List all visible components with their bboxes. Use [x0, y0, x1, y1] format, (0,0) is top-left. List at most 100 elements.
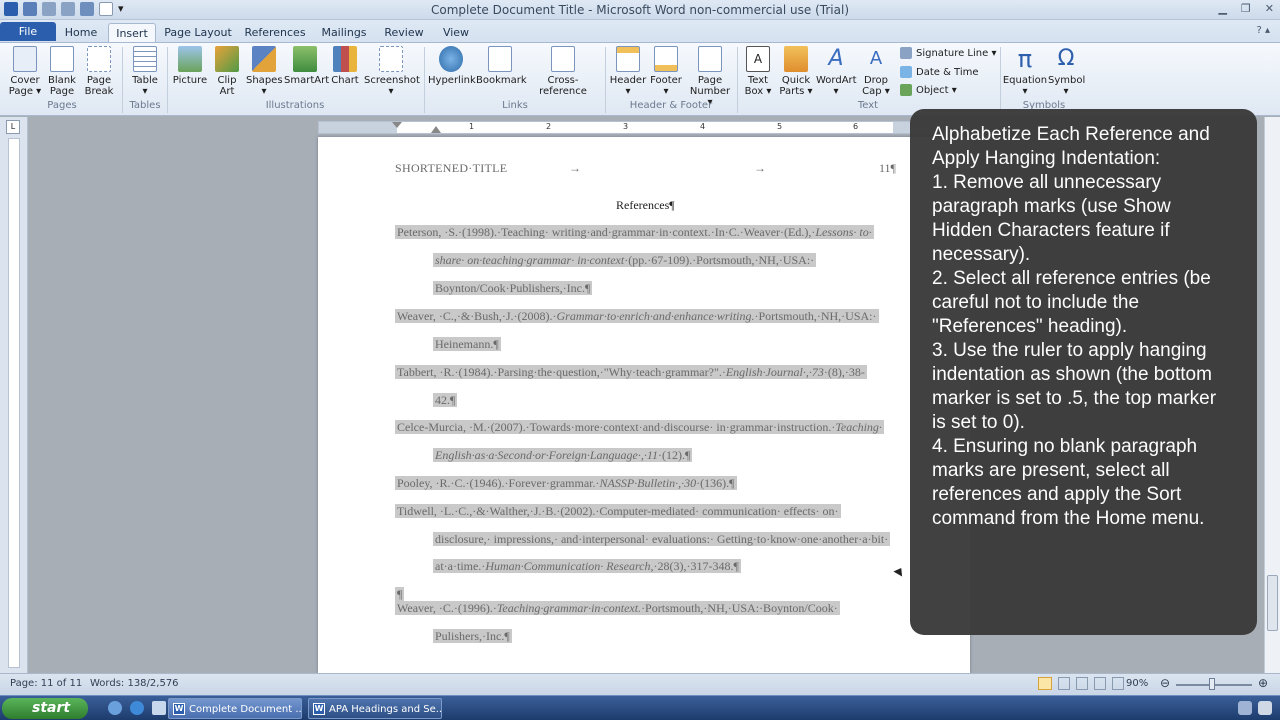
- blank-page-button[interactable]: Blank Page: [45, 46, 79, 97]
- tab-arrow: →: [569, 161, 581, 175]
- selected-text[interactable]: 42.¶: [433, 393, 458, 407]
- object-button[interactable]: Object ▾: [900, 84, 957, 96]
- tab-review[interactable]: Review: [382, 23, 426, 42]
- tab-references[interactable]: References: [243, 23, 307, 42]
- zoom-out-icon[interactable]: ⊖: [1160, 676, 1170, 690]
- selected-text[interactable]: Pulishers,·Inc.¶: [433, 629, 512, 643]
- taskbar-item-word-document[interactable]: W Complete Document ...: [168, 698, 302, 719]
- outline-icon[interactable]: [1094, 677, 1106, 690]
- zoom-in-icon[interactable]: ⊕: [1258, 676, 1268, 690]
- horizontal-ruler[interactable]: 1 2 3 4 5 6: [318, 121, 970, 134]
- close-icon[interactable]: ✕: [1265, 2, 1274, 15]
- reference-line[interactable]: Pulishers,·Inc.¶: [433, 626, 512, 646]
- reference-line[interactable]: Weaver, ·C.,·&·Bush,·J.·(2008).·Grammar·…: [395, 306, 879, 326]
- vertical-scrollbar[interactable]: [1264, 117, 1280, 673]
- reference-line[interactable]: Celce-Murcia, ·M.·(2007).·Towards·more·c…: [395, 417, 884, 437]
- selected-text[interactable]: Heinemann.¶: [433, 337, 501, 351]
- selected-text[interactable]: Celce-Murcia, ·M.·(2007).·Towards·more·c…: [395, 420, 884, 434]
- equation-button[interactable]: π Equation ▾: [1002, 46, 1048, 97]
- vertical-ruler[interactable]: [8, 138, 20, 668]
- reference-line[interactable]: Tidwell, ·L.·C.,·&·Walther,·J.·B.·(2002)…: [395, 501, 841, 521]
- wordart-button[interactable]: A WordArt ▾: [816, 46, 857, 97]
- ribbon-help-icon[interactable]: ? ▴: [1256, 25, 1270, 36]
- selected-text[interactable]: share· on·teaching·grammar· in·context·(…: [433, 253, 817, 267]
- bookmark-button[interactable]: Bookmark: [476, 46, 527, 86]
- restore-icon[interactable]: ❐: [1241, 2, 1251, 15]
- reference-line[interactable]: at·a·time.·Human·Communication· Research…: [433, 556, 741, 576]
- selected-text[interactable]: Pooley, ·R.·C.·(1946).·Forever·grammar.·…: [395, 476, 737, 490]
- selected-text[interactable]: disclosure,· impressions,· and·interpers…: [433, 532, 891, 546]
- reference-line[interactable]: Heinemann.¶: [433, 334, 501, 354]
- folder-icon[interactable]: [152, 701, 166, 715]
- text-box-button[interactable]: A Text Box ▾: [740, 46, 776, 97]
- tab-insert[interactable]: Insert: [108, 23, 156, 42]
- selected-text[interactable]: Boynton/Cook·Publishers,·Inc.¶: [433, 281, 593, 295]
- tab-mailings[interactable]: Mailings: [318, 23, 370, 42]
- selected-text[interactable]: Weaver, ·C.,·&·Bush,·J.·(2008).·Grammar·…: [395, 309, 879, 323]
- selected-text[interactable]: Tabbert, ·R.·(1984).·Parsing·the·questio…: [395, 365, 867, 379]
- drop-cap-button[interactable]: A Drop Cap ▾: [858, 46, 894, 97]
- reference-line[interactable]: Peterson, ·S.·(1998).·Teaching· writing·…: [395, 222, 874, 242]
- reference-line[interactable]: Tabbert, ·R.·(1984).·Parsing·the·questio…: [395, 362, 867, 382]
- cover-page-button[interactable]: Cover Page ▾: [6, 46, 44, 97]
- clip-art-button[interactable]: Clip Art: [210, 46, 244, 97]
- symbol-button[interactable]: Ω Symbol ▾: [1048, 46, 1085, 97]
- reference-line[interactable]: Pooley, ·R.·C.·(1946).·Forever·grammar.·…: [395, 473, 737, 493]
- zoom-level[interactable]: 90%: [1126, 678, 1148, 689]
- tray-icon[interactable]: [1238, 701, 1252, 715]
- zoom-slider-knob[interactable]: [1209, 678, 1215, 690]
- footer-button[interactable]: Footer ▾: [648, 46, 684, 97]
- hyperlink-button[interactable]: Hyperlink: [428, 46, 476, 86]
- word-count[interactable]: Words: 138/2,576: [90, 678, 179, 689]
- signature-line-button[interactable]: Signature Line ▾: [900, 47, 996, 59]
- first-line-indent-marker[interactable]: [392, 122, 402, 128]
- web-layout-icon[interactable]: [1076, 677, 1088, 690]
- selected-text[interactable]: Peterson, ·S.·(1998).·Teaching· writing·…: [395, 225, 874, 239]
- date-time-button[interactable]: Date & Time: [900, 66, 979, 78]
- minimize-icon[interactable]: ▁: [1218, 2, 1226, 15]
- tab-view[interactable]: View: [438, 23, 474, 42]
- tab-file[interactable]: File: [0, 22, 56, 41]
- tab-page-layout[interactable]: Page Layout: [163, 23, 233, 42]
- start-button[interactable]: start: [2, 698, 88, 719]
- draft-icon[interactable]: [1112, 677, 1124, 690]
- cross-reference-button[interactable]: Cross-reference: [526, 46, 600, 97]
- selected-text[interactable]: English·as·a·Second·or·Foreign·Language·…: [433, 448, 693, 462]
- chart-icon: [333, 46, 357, 72]
- quick-parts-button[interactable]: Quick Parts ▾: [778, 46, 814, 97]
- reference-line[interactable]: Boynton/Cook·Publishers,·Inc.¶: [433, 278, 593, 298]
- status-bar: Page: 11 of 11 Words: 138/2,576 90% ⊖ ⊕: [0, 673, 1280, 695]
- chart-button[interactable]: Chart: [328, 46, 362, 86]
- shapes-button[interactable]: Shapes ▾: [246, 46, 283, 97]
- selected-text[interactable]: at·a·time.·Human·Communication· Research…: [433, 559, 741, 573]
- picture-button[interactable]: Picture: [172, 46, 208, 86]
- print-layout-icon[interactable]: [1038, 677, 1052, 690]
- tab-selector[interactable]: L: [6, 120, 20, 134]
- scroll-thumb[interactable]: [1267, 575, 1278, 631]
- selected-text[interactable]: Weaver, ·C.·(1996).·Teaching·grammar·in·…: [395, 601, 840, 615]
- explorer-icon[interactable]: [108, 701, 122, 715]
- wordart-icon: A: [828, 46, 844, 71]
- ie-icon[interactable]: [130, 701, 144, 715]
- hanging-indent-marker[interactable]: [431, 126, 441, 133]
- reference-line[interactable]: 42.¶: [433, 390, 458, 410]
- reference-line[interactable]: Weaver, ·C.·(1996).·Teaching·grammar·in·…: [395, 598, 840, 618]
- page-number-button[interactable]: Page Number ▾: [686, 46, 734, 108]
- selected-text[interactable]: Tidwell, ·L.·C.,·&·Walther,·J.·B.·(2002)…: [395, 504, 841, 518]
- full-screen-reading-icon[interactable]: [1058, 677, 1070, 690]
- reference-line[interactable]: share· on·teaching·grammar· in·context·(…: [433, 250, 817, 270]
- page-break-button[interactable]: Page Break: [82, 46, 116, 97]
- taskbar: start W Complete Document ... W APA Head…: [0, 695, 1280, 720]
- show-desktop-icon[interactable]: [1258, 701, 1272, 715]
- screenshot-button[interactable]: Screenshot ▾: [364, 46, 420, 97]
- taskbar-item-apa-headings[interactable]: W APA Headings and Se...: [308, 698, 442, 719]
- tab-home[interactable]: Home: [62, 23, 100, 42]
- document-page[interactable]: SHORTENED·TITLE → → 11¶ References¶ Pete…: [318, 137, 970, 673]
- header-button[interactable]: Header ▾: [608, 46, 648, 97]
- table-button[interactable]: Table ▾: [128, 46, 162, 97]
- ribbon-insert: Cover Page ▾ Blank Page Page Break Pages…: [0, 42, 1280, 116]
- reference-line[interactable]: English·as·a·Second·or·Foreign·Language·…: [433, 445, 693, 465]
- smartart-button[interactable]: SmartArt: [284, 46, 329, 86]
- reference-line[interactable]: disclosure,· impressions,· and·interpers…: [433, 529, 891, 549]
- page-count[interactable]: Page: 11 of 11: [10, 678, 82, 689]
